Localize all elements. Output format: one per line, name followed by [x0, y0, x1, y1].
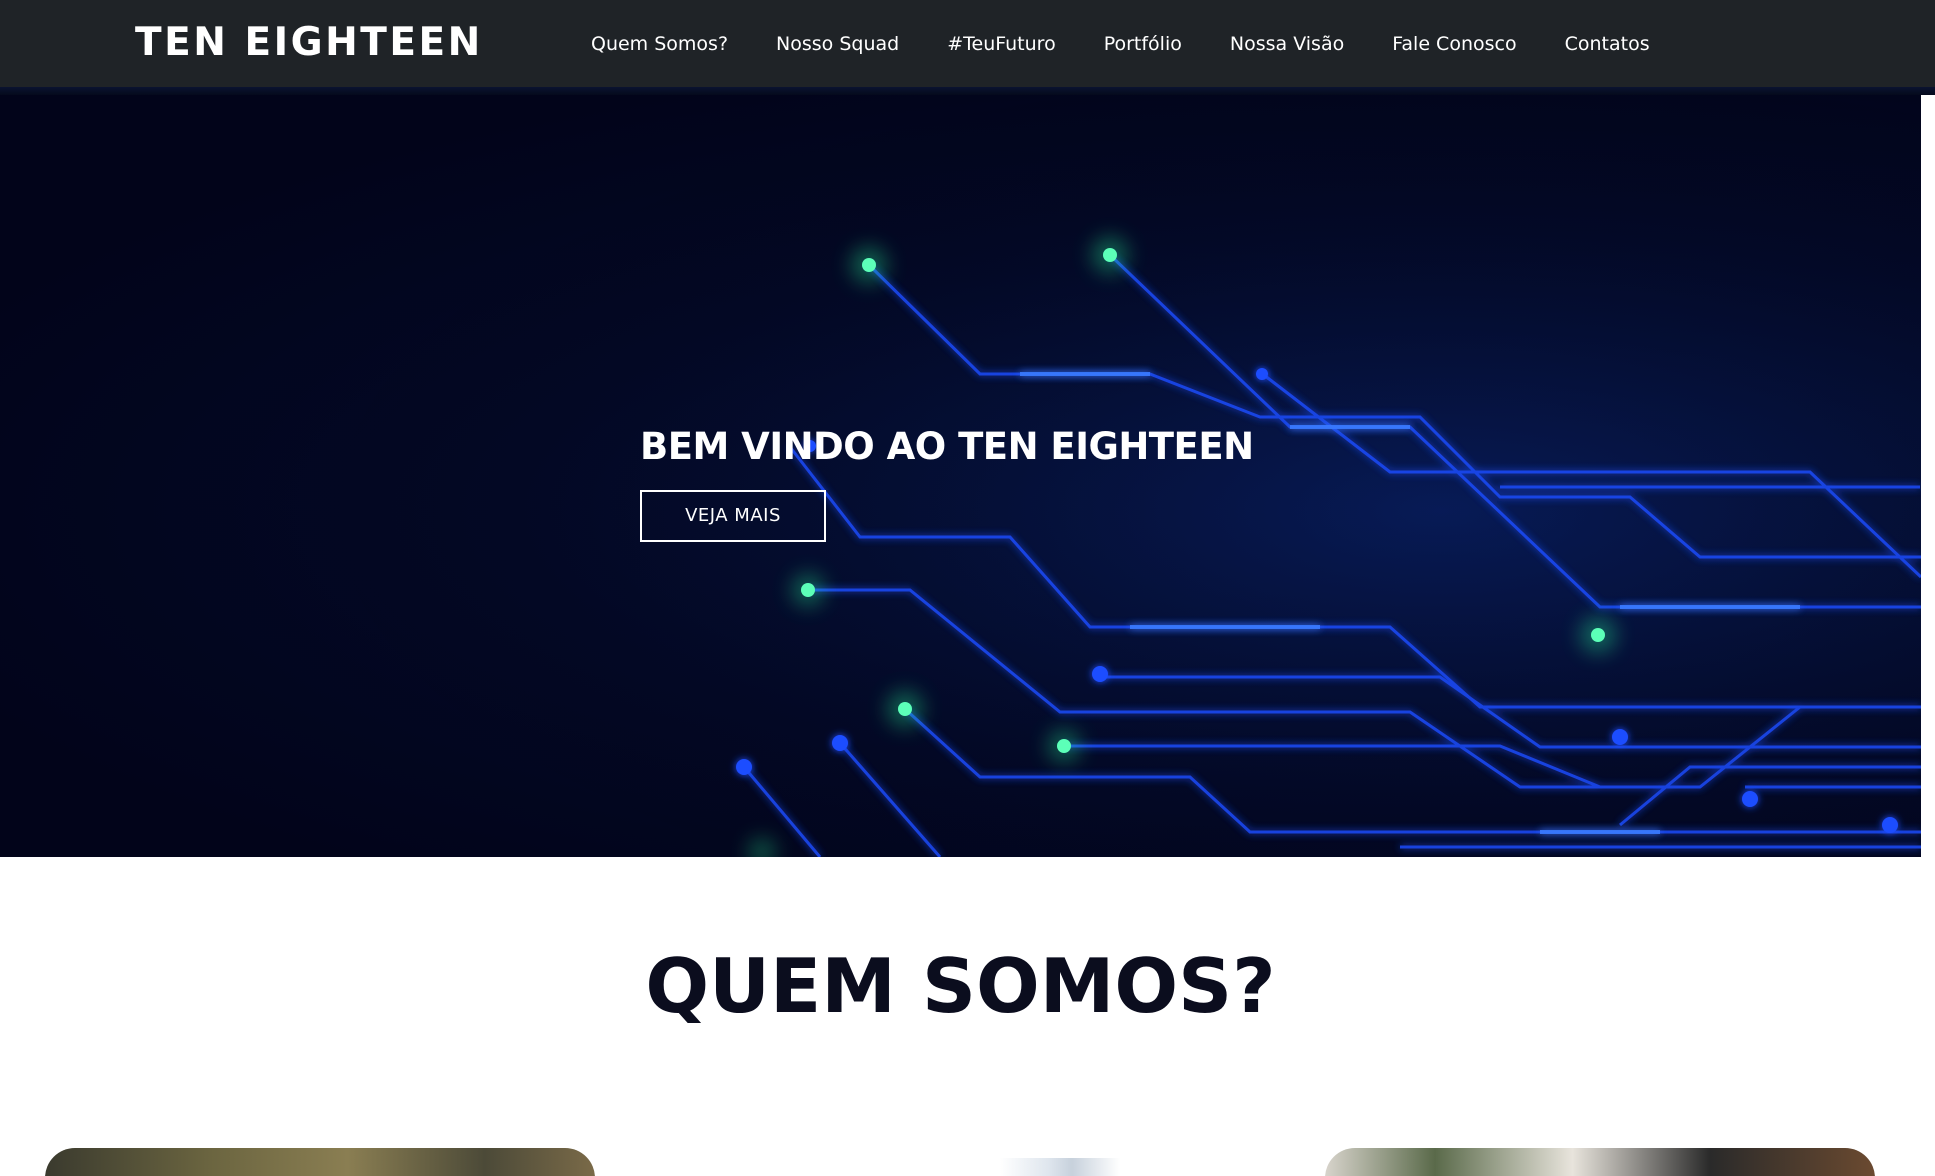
- team-photo-3: [1325, 1148, 1875, 1176]
- team-photo-2: [1000, 1158, 1120, 1176]
- page-gutter: [1921, 87, 1935, 857]
- nav-link-teu-futuro[interactable]: #TeuFuturo: [947, 31, 1055, 57]
- brand-logo[interactable]: TEN EIGHTEEN: [135, 20, 483, 67]
- nav-link-nosso-squad[interactable]: Nosso Squad: [776, 31, 899, 57]
- top-navbar: TEN EIGHTEEN Quem Somos? Nosso Squad #Te…: [0, 0, 1935, 95]
- nav-link-contatos[interactable]: Contatos: [1565, 31, 1650, 57]
- circuit-board-image: [0, 87, 1921, 857]
- team-photo-1: [45, 1148, 595, 1176]
- hero-section: BEM VINDO AO TEN EIGHTEEN VEJA MAIS: [0, 87, 1921, 857]
- page: TEN EIGHTEEN Quem Somos? Nosso Squad #Te…: [0, 0, 1935, 1176]
- nav-link-nossa-visao[interactable]: Nossa Visão: [1230, 31, 1344, 57]
- nav-link-fale-conosco[interactable]: Fale Conosco: [1392, 31, 1516, 57]
- nav-link-quem-somos[interactable]: Quem Somos?: [591, 31, 728, 57]
- nav-link-portfolio[interactable]: Portfólio: [1104, 31, 1182, 57]
- section-title-quem-somos: QUEM SOMOS?: [645, 942, 1276, 1030]
- hero-title: BEM VINDO AO TEN EIGHTEEN: [640, 425, 1254, 468]
- veja-mais-button[interactable]: VEJA MAIS: [640, 490, 826, 542]
- main-nav: Quem Somos? Nosso Squad #TeuFuturo Portf…: [591, 31, 1650, 57]
